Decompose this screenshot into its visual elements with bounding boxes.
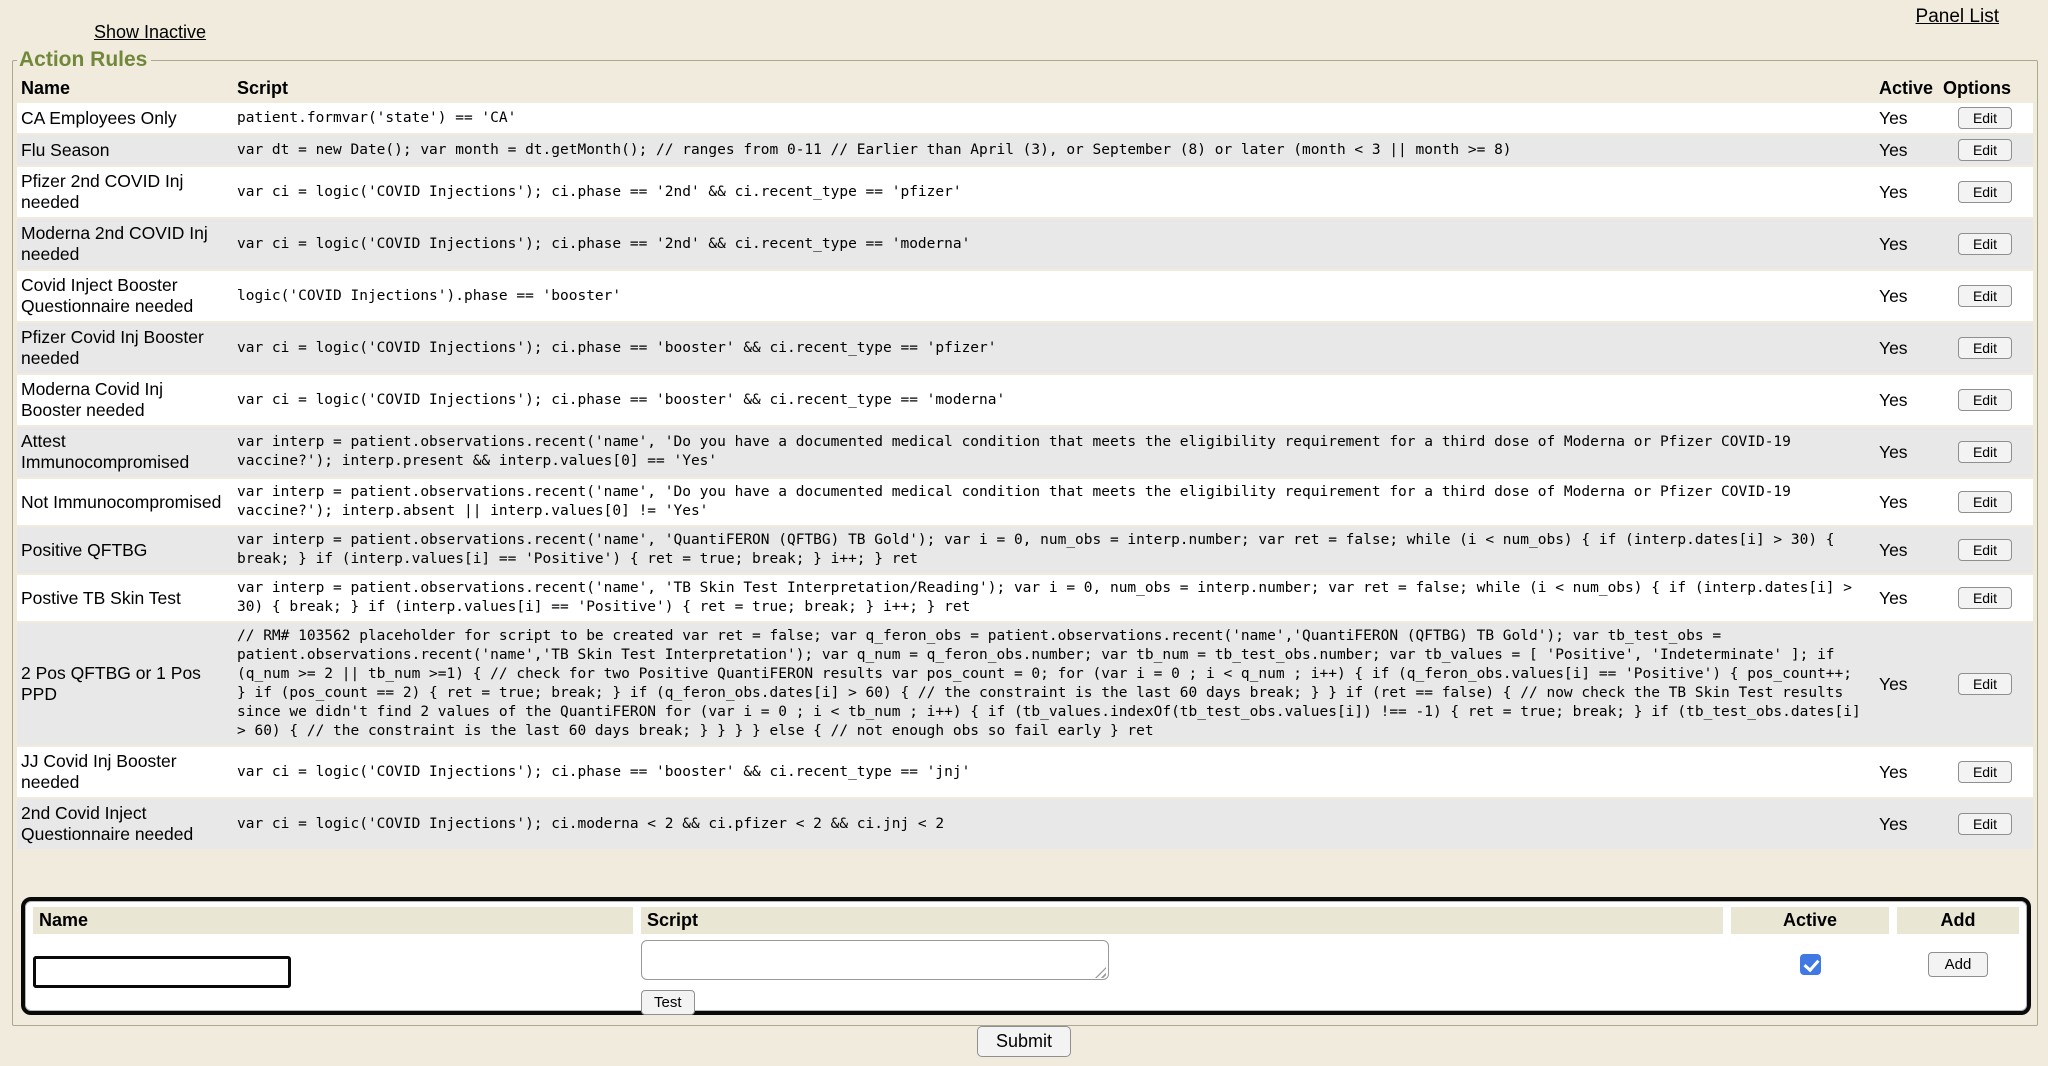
rule-active: Yes — [1875, 799, 1939, 849]
table-row: Moderna 2nd COVID Inj needed var ci = lo… — [17, 219, 2033, 269]
rule-script: var interp = patient.observations.recent… — [233, 427, 1875, 477]
edit-button[interactable]: Edit — [1958, 441, 2012, 463]
rule-script: var ci = logic('COVID Injections'); ci.m… — [233, 799, 1875, 849]
edit-button[interactable]: Edit — [1958, 587, 2012, 609]
rule-active: Yes — [1875, 623, 1939, 745]
rule-script: var dt = new Date(); var month = dt.getM… — [233, 135, 1875, 165]
active-checkbox[interactable] — [1800, 954, 1821, 975]
rule-script: var interp = patient.observations.recent… — [233, 527, 1875, 573]
edit-button[interactable]: Edit — [1958, 539, 2012, 561]
rule-script: var ci = logic('COVID Injections'); ci.p… — [233, 375, 1875, 425]
table-row: Moderna Covid Inj Booster needed var ci … — [17, 375, 2033, 425]
edit-button[interactable]: Edit — [1958, 389, 2012, 411]
name-input[interactable] — [33, 956, 291, 988]
table-row: Attest Immunocompromised var interp = pa… — [17, 427, 2033, 477]
rule-name: Pfizer Covid Inj Booster needed — [17, 323, 233, 373]
edit-button[interactable]: Edit — [1958, 761, 2012, 783]
form-header-active: Active — [1731, 907, 1889, 934]
rule-name: JJ Covid Inj Booster needed — [17, 747, 233, 797]
edit-button[interactable]: Edit — [1958, 491, 2012, 513]
table-header-row: Name Script Active Options — [17, 76, 2033, 101]
rule-name: Moderna Covid Inj Booster needed — [17, 375, 233, 425]
rule-name: CA Employees Only — [17, 103, 233, 133]
column-header-active: Active — [1875, 76, 1939, 101]
rule-name: Covid Inject Booster Questionnaire neede… — [17, 271, 233, 321]
edit-button[interactable]: Edit — [1958, 107, 2012, 129]
rule-active: Yes — [1875, 747, 1939, 797]
test-button[interactable]: Test — [641, 990, 695, 1015]
rule-script: var interp = patient.observations.recent… — [233, 575, 1875, 621]
edit-button[interactable]: Edit — [1958, 673, 2012, 695]
table-row: Flu Season var dt = new Date(); var mont… — [17, 135, 2033, 165]
action-rules-legend: Action Rules — [17, 48, 151, 72]
rule-active: Yes — [1875, 219, 1939, 269]
rule-name: Postive TB Skin Test — [17, 575, 233, 621]
rule-script: var ci = logic('COVID Injections'); ci.p… — [233, 219, 1875, 269]
add-button[interactable]: Add — [1928, 952, 1989, 977]
table-row: 2nd Covid Inject Questionnaire needed va… — [17, 799, 2033, 849]
table-row: Covid Inject Booster Questionnaire neede… — [17, 271, 2033, 321]
edit-button[interactable]: Edit — [1958, 285, 2012, 307]
table-row: JJ Covid Inj Booster needed var ci = log… — [17, 747, 2033, 797]
form-header-name: Name — [33, 907, 633, 934]
column-header-script: Script — [233, 76, 1875, 101]
table-row: CA Employees Only patient.formvar('state… — [17, 103, 2033, 133]
column-header-name: Name — [17, 76, 233, 101]
action-rules-panel: Action Rules Name Script Active Options … — [12, 48, 2038, 1026]
rule-name: Not Immunocompromised — [17, 479, 233, 525]
rule-name: 2nd Covid Inject Questionnaire needed — [17, 799, 233, 849]
rule-active: Yes — [1875, 527, 1939, 573]
rule-script: var ci = logic('COVID Injections'); ci.p… — [233, 323, 1875, 373]
rule-name: Attest Immunocompromised — [17, 427, 233, 477]
edit-button[interactable]: Edit — [1958, 233, 2012, 255]
rule-active: Yes — [1875, 375, 1939, 425]
rule-active: Yes — [1875, 103, 1939, 133]
show-inactive-link[interactable]: Show Inactive — [94, 22, 206, 43]
rule-name: Positive QFTBG — [17, 527, 233, 573]
rule-active: Yes — [1875, 479, 1939, 525]
rule-active: Yes — [1875, 323, 1939, 373]
rule-active: Yes — [1875, 575, 1939, 621]
rule-name: Flu Season — [17, 135, 233, 165]
edit-button[interactable]: Edit — [1958, 181, 2012, 203]
rule-script: var ci = logic('COVID Injections'); ci.p… — [233, 747, 1875, 797]
rule-active: Yes — [1875, 135, 1939, 165]
edit-button[interactable]: Edit — [1958, 139, 2012, 161]
rule-active: Yes — [1875, 427, 1939, 477]
rule-script: var ci = logic('COVID Injections'); ci.p… — [233, 167, 1875, 217]
rule-script: var interp = patient.observations.recent… — [233, 479, 1875, 525]
rules-table-body: CA Employees Only patient.formvar('state… — [17, 103, 2033, 849]
table-row: Postive TB Skin Test var interp = patien… — [17, 575, 2033, 621]
table-row: 2 Pos QFTBG or 1 Pos PPD // RM# 103562 p… — [17, 623, 2033, 745]
panel-list-link[interactable]: Panel List — [1916, 6, 1999, 28]
rule-script: // RM# 103562 placeholder for script to … — [233, 623, 1875, 745]
rule-script: patient.formvar('state') == 'CA' — [233, 103, 1875, 133]
submit-button[interactable]: Submit — [977, 1026, 1071, 1057]
script-textarea[interactable] — [641, 940, 1109, 980]
form-header-script: Script — [641, 907, 1723, 934]
edit-button[interactable]: Edit — [1958, 337, 2012, 359]
table-row: Pfizer 2nd COVID Inj needed var ci = log… — [17, 167, 2033, 217]
action-rules-table: Name Script Active Options CA Employees … — [17, 74, 2033, 851]
table-row: Positive QFTBG var interp = patient.obse… — [17, 527, 2033, 573]
rule-script: logic('COVID Injections').phase == 'boos… — [233, 271, 1875, 321]
rule-name: 2 Pos QFTBG or 1 Pos PPD — [17, 623, 233, 745]
table-row: Pfizer Covid Inj Booster needed var ci =… — [17, 323, 2033, 373]
add-rule-form: Name Script Active Add Test Add — [21, 897, 2031, 1015]
table-row: Not Immunocompromised var interp = patie… — [17, 479, 2033, 525]
rule-active: Yes — [1875, 167, 1939, 217]
rule-active: Yes — [1875, 271, 1939, 321]
column-header-options: Options — [1939, 76, 2033, 101]
form-header-add: Add — [1897, 907, 2019, 934]
rule-name: Pfizer 2nd COVID Inj needed — [17, 167, 233, 217]
edit-button[interactable]: Edit — [1958, 813, 2012, 835]
rule-name: Moderna 2nd COVID Inj needed — [17, 219, 233, 269]
